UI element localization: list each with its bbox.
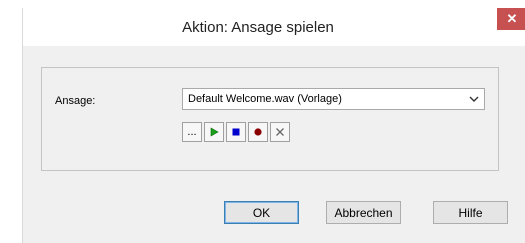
title-bar: Aktion: Ansage spielen ✕ xyxy=(23,8,525,46)
dialog-title: Aktion: Ansage spielen xyxy=(182,19,334,36)
browse-icon: ... xyxy=(187,126,197,138)
playback-toolbar: ... xyxy=(182,122,290,142)
ok-button[interactable]: OK xyxy=(224,201,299,224)
stop-button[interactable] xyxy=(226,122,246,142)
help-button[interactable]: Hilfe xyxy=(433,201,508,224)
close-icon: ✕ xyxy=(506,11,518,26)
ansage-label: Ansage: xyxy=(55,95,96,107)
ansage-combobox[interactable]: Default Welcome.wav (Vorlage) xyxy=(182,88,485,110)
play-button[interactable] xyxy=(204,122,224,142)
stop-icon xyxy=(232,128,240,136)
dialog-client-area: Ansage: Default Welcome.wav (Vorlage) ..… xyxy=(23,46,525,243)
delete-icon xyxy=(276,128,284,136)
close-button[interactable]: ✕ xyxy=(497,8,525,30)
delete-button[interactable] xyxy=(270,122,290,142)
record-icon xyxy=(254,128,262,136)
chevron-down-icon[interactable] xyxy=(468,93,480,105)
ansage-selected-value: Default Welcome.wav (Vorlage) xyxy=(188,93,342,105)
record-button[interactable] xyxy=(248,122,268,142)
dialog-window: Aktion: Ansage spielen ✕ Ansage: Default… xyxy=(22,8,525,243)
ansage-groupbox: Ansage: Default Welcome.wav (Vorlage) ..… xyxy=(41,67,499,171)
browse-button[interactable]: ... xyxy=(182,122,202,142)
cancel-button[interactable]: Abbrechen xyxy=(326,201,401,224)
play-icon xyxy=(210,127,219,137)
